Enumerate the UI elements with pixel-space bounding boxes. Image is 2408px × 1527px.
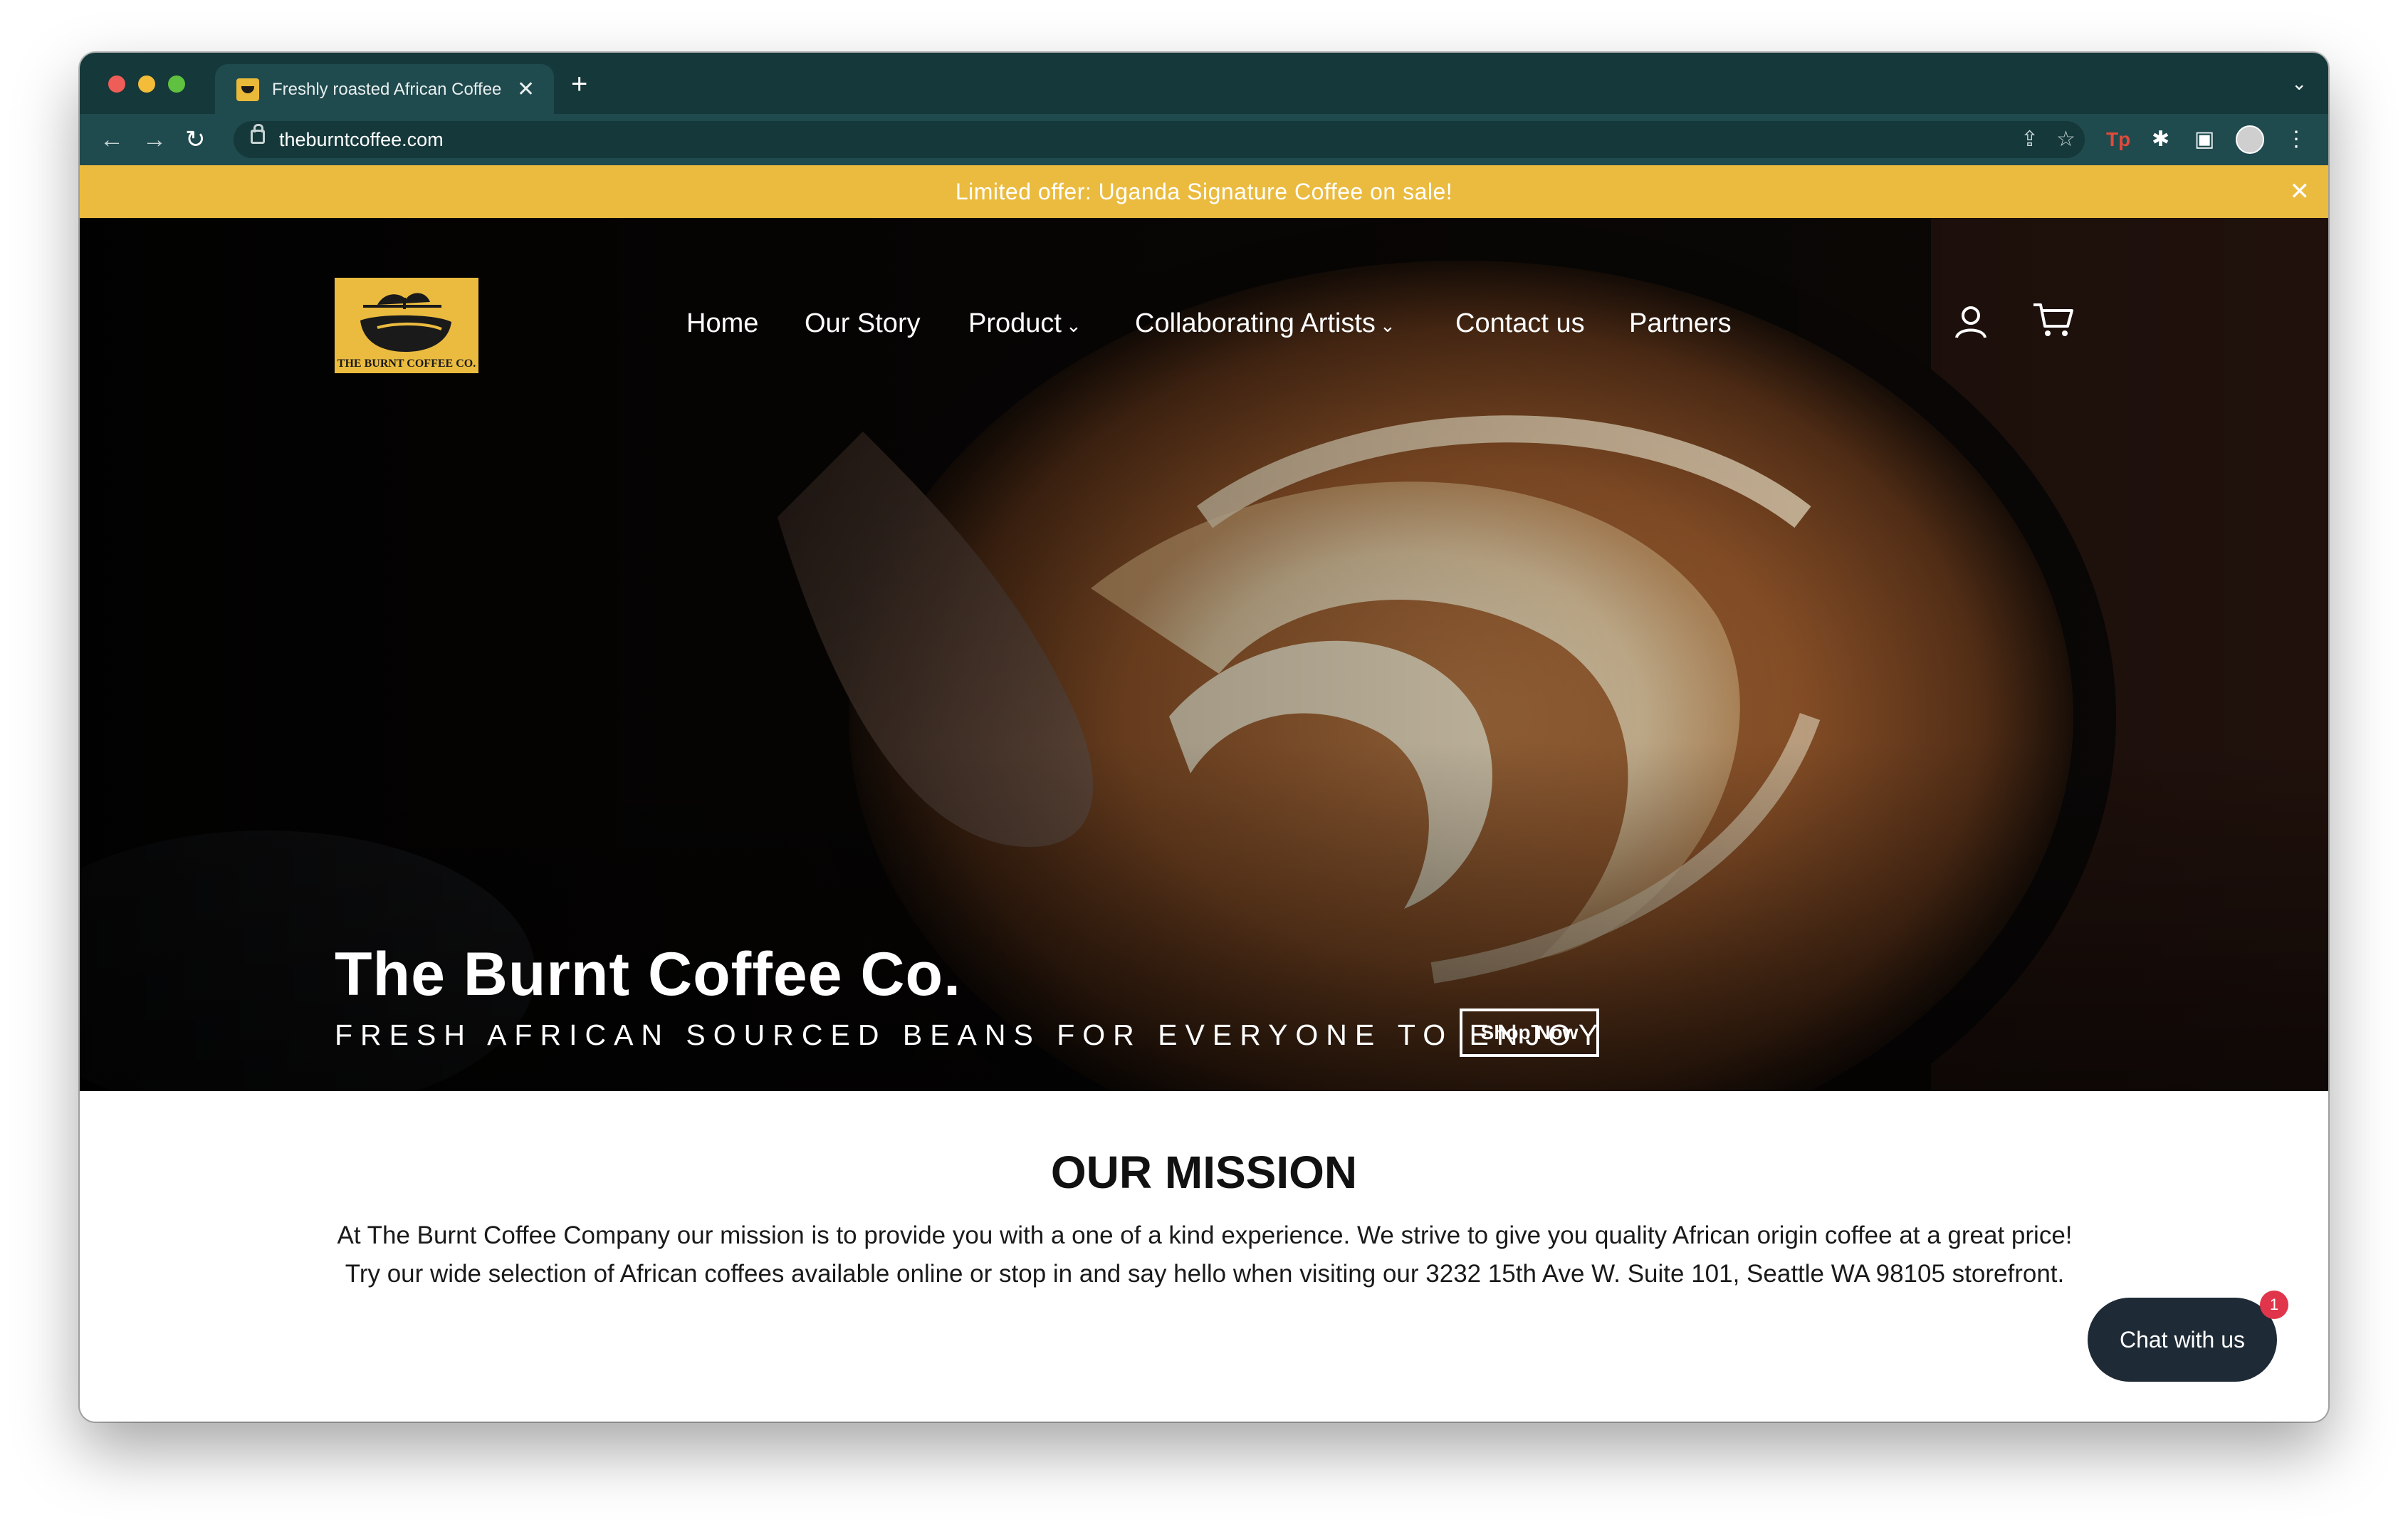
share-icon[interactable]: ⇪ <box>2021 127 2038 152</box>
announcement-close-icon[interactable]: ✕ <box>2290 178 2310 205</box>
nav-partners-label: Partners <box>1629 308 1732 338</box>
close-window-button[interactable] <box>108 75 125 93</box>
hero-banner: THE BURNT COFFEE CO. Home Our Story Prod… <box>80 218 2328 1091</box>
nav-our-story-label: Our Story <box>805 308 921 338</box>
nav-item-contact-us[interactable]: Contact us <box>1455 308 1585 339</box>
extension-tp-icon[interactable]: Tp <box>2106 127 2130 152</box>
account-icon[interactable] <box>1952 303 1989 340</box>
brand-logo[interactable]: THE BURNT COFFEE CO. <box>335 278 478 373</box>
nav-home-label: Home <box>686 308 759 338</box>
logo-text: THE BURNT COFFEE CO. <box>337 358 476 370</box>
url-text[interactable]: theburntcoffee.com <box>279 128 444 151</box>
browser-toolbar: ← → ↻ theburntcoffee.com ⇪ ☆ Tp ✱ ▣ ⋮ <box>80 114 2328 165</box>
nav-item-home[interactable]: Home <box>686 308 758 339</box>
favicon-icon <box>236 78 259 101</box>
nav-contact-label: Contact us <box>1455 308 1585 338</box>
address-bar[interactable]: theburntcoffee.com ⇪ ☆ <box>234 121 2085 158</box>
browser-menu-icon[interactable]: ⋮ <box>2286 127 2307 152</box>
bookmark-star-icon[interactable]: ☆ <box>2056 127 2075 152</box>
tab-title: Freshly roasted African Coffee <box>272 80 502 99</box>
mission-text: At The Burnt Coffee Company our mission … <box>337 1221 2073 1288</box>
reload-icon[interactable]: ↻ <box>185 124 206 155</box>
nav-item-collaborating-artists[interactable]: Collaborating Artists ⌄ <box>1135 308 1396 341</box>
nav-item-product[interactable]: Product ⌄ <box>968 308 1082 341</box>
hero-title: The Burnt Coffee Co. <box>335 940 961 1009</box>
new-tab-button[interactable]: + <box>571 70 587 98</box>
chat-notification-badge: 1 <box>2260 1291 2288 1319</box>
shop-now-button[interactable]: Shop Now <box>1460 1009 1599 1057</box>
lock-icon[interactable] <box>251 124 265 144</box>
minimize-window-button[interactable] <box>138 75 155 93</box>
tab-search-icon[interactable]: ⌄ <box>2291 73 2307 95</box>
browser-window: Freshly roasted African Coffee ✕ + ⌄ ← →… <box>80 53 2328 1422</box>
side-panel-icon[interactable]: ▣ <box>2194 127 2214 152</box>
announcement-bar: Limited offer: Uganda Signature Coffee o… <box>80 165 2328 218</box>
cart-icon[interactable] <box>2032 301 2075 340</box>
chevron-down-icon: ⌄ <box>1065 315 1082 336</box>
profile-avatar[interactable] <box>2236 125 2264 154</box>
nav-artists-label: Collaborating Artists <box>1135 308 1376 338</box>
browser-tab[interactable]: Freshly roasted African Coffee ✕ <box>215 64 554 114</box>
tab-close-icon[interactable]: ✕ <box>517 75 535 104</box>
announcement-text[interactable]: Limited offer: Uganda Signature Coffee o… <box>80 165 2328 218</box>
hero-subtitle: FRESH AFRICAN SOURCED BEANS FOR EVERYONE… <box>335 1018 1606 1051</box>
nav-product-label: Product <box>968 308 1062 338</box>
maximize-window-button[interactable] <box>168 75 185 93</box>
extensions-puzzle-icon[interactable]: ✱ <box>2152 127 2169 152</box>
chevron-down-icon: ⌄ <box>1379 315 1396 336</box>
forward-icon[interactable]: → <box>142 124 167 155</box>
chat-button[interactable]: Chat with us <box>2088 1298 2277 1382</box>
mission-heading: OUR MISSION <box>1050 1147 1358 1198</box>
nav-item-partners[interactable]: Partners <box>1629 308 1732 339</box>
back-icon[interactable]: ← <box>100 124 124 155</box>
tab-strip: Freshly roasted African Coffee ✕ + ⌄ <box>80 53 2328 114</box>
nav-item-our-story[interactable]: Our Story <box>805 308 921 339</box>
